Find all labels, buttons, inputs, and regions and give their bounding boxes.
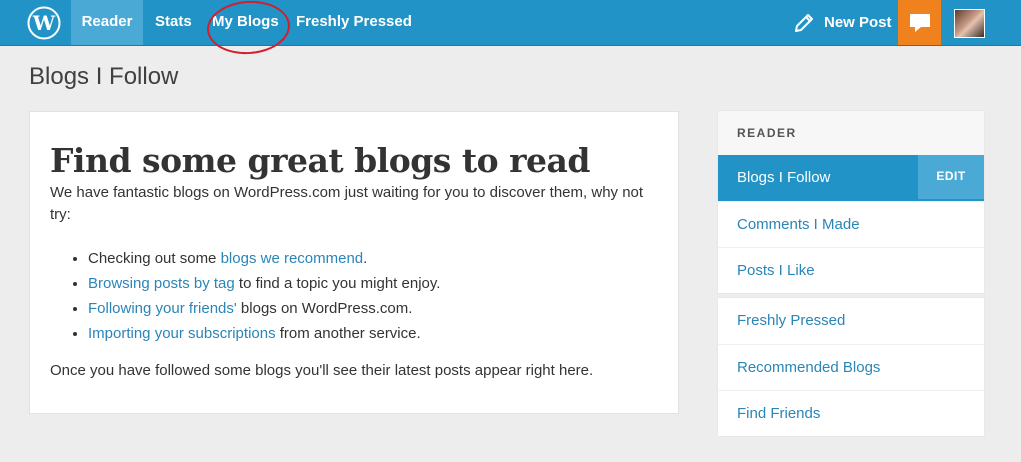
user-avatar[interactable] — [954, 9, 985, 38]
sidebar-header: READER — [718, 111, 984, 155]
empty-state-card: Find some great blogs to read We have fa… — [29, 111, 679, 414]
list-item: Importing your subscriptions from anothe… — [88, 321, 658, 346]
sidebar-item-find-friends[interactable]: Find Friends — [718, 390, 984, 436]
import-subscriptions-link[interactable]: Importing your subscriptions — [88, 325, 276, 342]
suggestion-list: Checking out some blogs we recommend. Br… — [88, 246, 658, 346]
sidebar-item-posts-i-like[interactable]: Posts I Like — [718, 247, 984, 293]
list-item: Browsing posts by tag to find a topic yo… — [88, 271, 658, 296]
notifications-button[interactable] — [898, 0, 941, 45]
sidebar-item-comments-i-made[interactable]: Comments I Made — [718, 201, 984, 247]
new-post-label: New Post — [824, 14, 892, 31]
intro-text: We have fantastic blogs on WordPress.com… — [50, 184, 644, 223]
list-item: Following your friends' blogs on WordPre… — [88, 296, 658, 321]
list-text-after: . — [363, 250, 368, 267]
browse-by-tag-link[interactable]: Browsing posts by tag — [88, 275, 235, 292]
edit-button[interactable]: EDIT — [918, 155, 984, 199]
nav-stats[interactable]: Stats — [143, 0, 204, 45]
empty-state-heading: Find some great blogs to read — [50, 141, 590, 180]
blogs-we-recommend-link[interactable]: blogs we recommend — [221, 250, 364, 267]
list-item: Checking out some blogs we recommend. — [88, 246, 658, 271]
list-text-before: Checking out some — [88, 250, 221, 267]
list-text-after: from another service. — [275, 325, 421, 342]
pencil-icon — [795, 13, 813, 32]
speech-bubble-icon — [909, 13, 930, 32]
nav-my-blogs[interactable]: My Blogs — [200, 0, 291, 45]
reader-sidebar: READER Blogs I Follow EDIT Comments I Ma… — [717, 110, 985, 437]
top-navigation-bar: W Reader Stats My Blogs Freshly Pressed … — [0, 0, 1021, 46]
svg-text:W: W — [32, 11, 56, 35]
sidebar-group-reader: READER Blogs I Follow EDIT Comments I Ma… — [717, 110, 985, 294]
list-text-after: to find a topic you might enjoy. — [234, 275, 441, 292]
nav-freshly-pressed[interactable]: Freshly Pressed — [284, 0, 424, 45]
page-title: Blogs I Follow — [29, 63, 179, 90]
sidebar-item-recommended-blogs[interactable]: Recommended Blogs — [718, 344, 984, 390]
outro-text: Once you have followed some blogs you'll… — [50, 362, 594, 379]
sidebar-item-label: Blogs I Follow — [737, 169, 831, 186]
list-text-after: blogs on WordPress.com. — [236, 300, 413, 317]
new-post-button[interactable]: New Post — [792, 0, 892, 45]
nav-reader[interactable]: Reader — [71, 0, 143, 45]
follow-friends-link[interactable]: Following your friends' — [88, 300, 237, 317]
wordpress-logo-icon[interactable]: W — [26, 6, 62, 40]
sidebar-item-blogs-i-follow[interactable]: Blogs I Follow EDIT — [718, 155, 984, 201]
sidebar-group-discover: Freshly Pressed Recommended Blogs Find F… — [717, 297, 985, 437]
sidebar-item-freshly-pressed[interactable]: Freshly Pressed — [718, 298, 984, 344]
